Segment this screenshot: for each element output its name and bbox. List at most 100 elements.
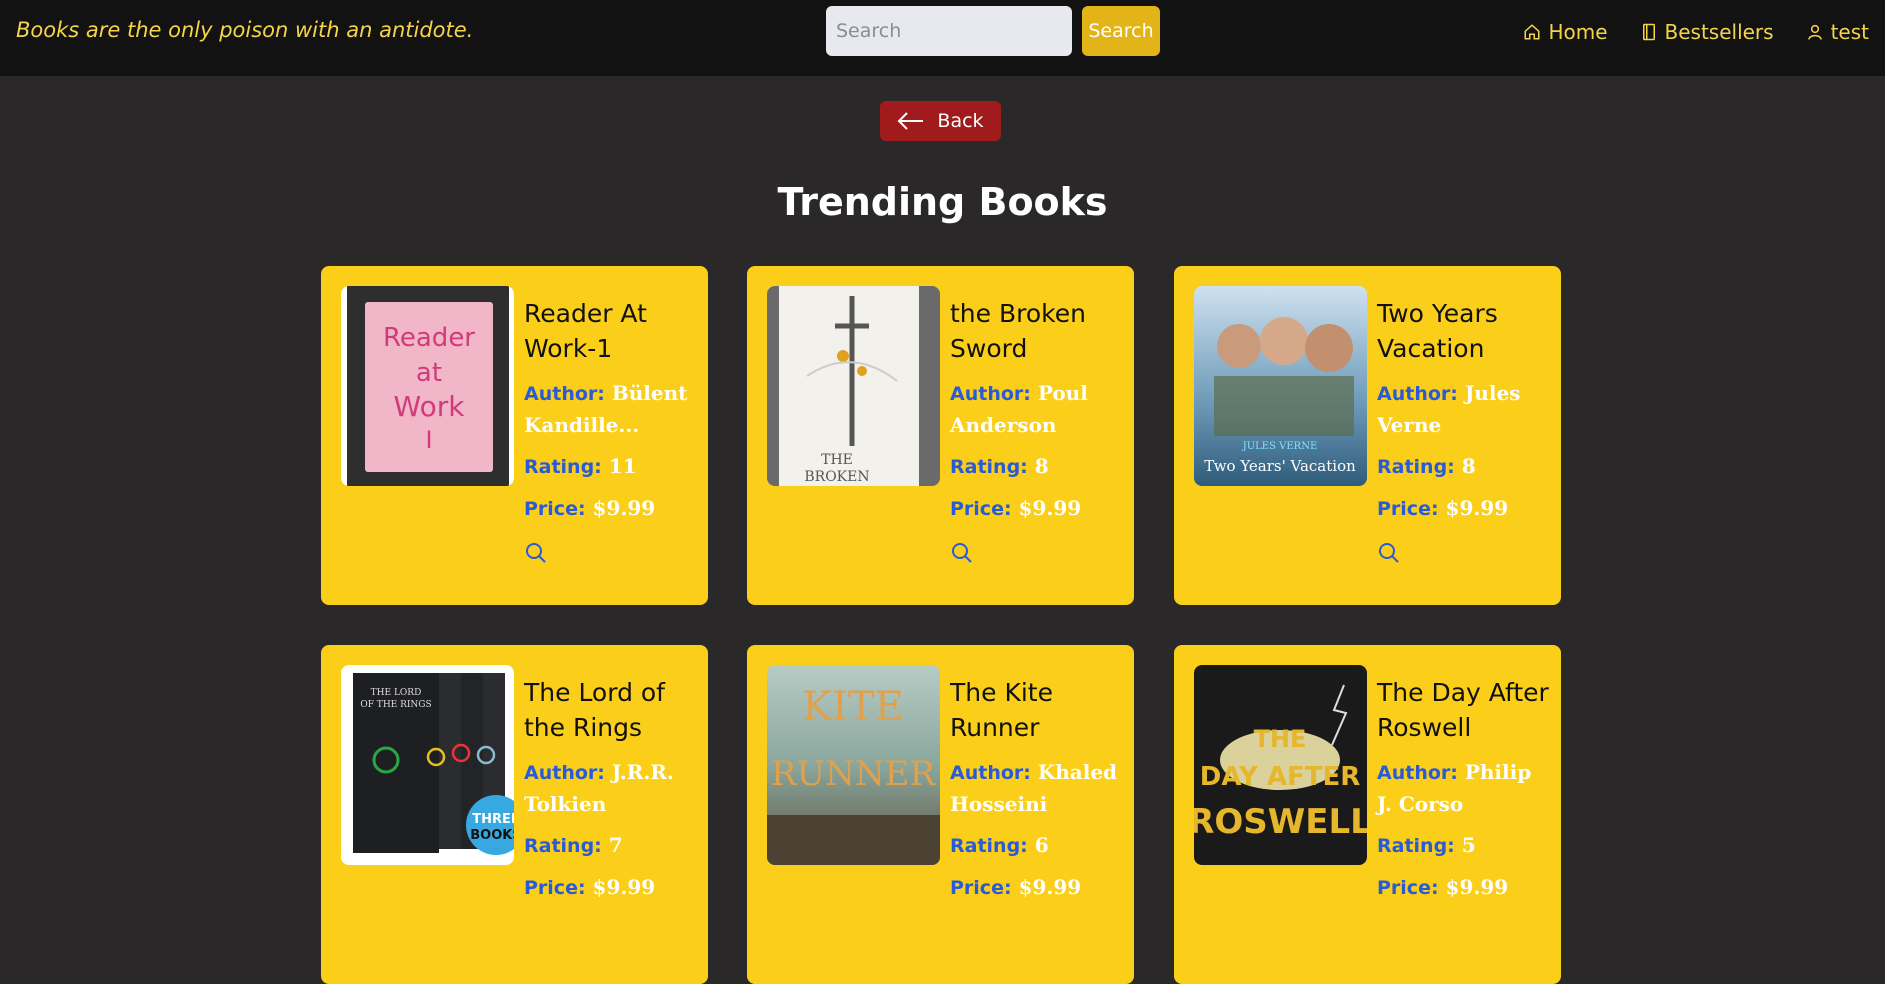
cover-title-text: Reader — [383, 323, 475, 353]
book-cover[interactable]: THE BROKEN — [767, 286, 940, 486]
page-title: Trending Books — [777, 180, 1108, 224]
book-price: Price: $9.99 — [950, 872, 1126, 904]
svg-text:Two Years' Vacation: Two Years' Vacation — [1204, 457, 1356, 475]
book-icon — [1642, 23, 1655, 41]
book-card: Reader at Work I Reader At Work-1 Author… — [321, 266, 708, 605]
svg-text:THE: THE — [1254, 725, 1307, 753]
book-cover[interactable]: JULES VERNE Two Years' Vacation — [1194, 286, 1367, 486]
rating-label: Rating: — [950, 835, 1028, 857]
rating-value: 7 — [608, 833, 623, 857]
svg-text:THREE: THREE — [472, 812, 514, 827]
price-label: Price: — [950, 877, 1012, 899]
book-title[interactable]: The Day After Roswell — [1377, 675, 1553, 745]
price-label: Price: — [1377, 498, 1439, 520]
book-cover[interactable]: KITE RUNNER — [767, 665, 940, 865]
rating-value: 5 — [1461, 833, 1476, 857]
nav-user-link[interactable]: test — [1806, 20, 1869, 44]
svg-text:I: I — [425, 426, 432, 454]
svg-text:BROKEN: BROKEN — [804, 469, 869, 485]
book-rating: Rating: 5 — [1377, 830, 1553, 862]
search-icon[interactable] — [950, 541, 974, 565]
book-cover[interactable]: Reader at Work I — [341, 286, 514, 486]
nav-home-link[interactable]: Home — [1523, 20, 1608, 44]
author-label: Author: — [524, 762, 605, 784]
svg-text:THE LORD: THE LORD — [371, 688, 422, 698]
back-label: Back — [937, 110, 984, 132]
search-button[interactable]: Search — [1082, 6, 1160, 56]
book-price: Price: $9.99 — [524, 493, 700, 525]
book-card: THE BROKEN the Broken Sword Author: Poul… — [747, 266, 1134, 605]
book-author: Author: Bülent Kandille... — [524, 378, 700, 441]
rating-value: 8 — [1461, 454, 1476, 478]
author-label: Author: — [950, 762, 1031, 784]
search-bar: Search — [826, 6, 1160, 56]
rating-label: Rating: — [1377, 456, 1455, 478]
svg-text:RUNNER: RUNNER — [771, 754, 937, 794]
book-author: Author: Jules Verne — [1377, 378, 1553, 441]
price-label: Price: — [524, 877, 586, 899]
author-label: Author: — [1377, 383, 1458, 405]
price-value: $9.99 — [592, 496, 656, 520]
top-navbar: Books are the only poison with an antido… — [0, 0, 1885, 76]
rating-value: 6 — [1034, 833, 1049, 857]
book-price: Price: $9.99 — [950, 493, 1126, 525]
book-rating: Rating: 8 — [1377, 451, 1553, 483]
book-author: Author: Philip J. Corso — [1377, 757, 1553, 820]
book-title[interactable]: The Lord of the Rings — [524, 675, 700, 745]
book-card: THE DAY AFTER ROSWELL The Day After Rosw… — [1174, 645, 1561, 984]
search-icon[interactable] — [524, 541, 548, 565]
price-label: Price: — [524, 498, 586, 520]
rating-label: Rating: — [524, 835, 602, 857]
svg-text:ROSWELL: ROSWELL — [1194, 802, 1367, 842]
price-value: $9.99 — [1018, 496, 1082, 520]
book-card: KITE RUNNER The Kite Runner Author: Khal… — [747, 645, 1134, 984]
rating-value: 8 — [1034, 454, 1049, 478]
nav-bestsellers-link[interactable]: Bestsellers — [1640, 20, 1774, 44]
back-button[interactable]: Back — [880, 101, 1001, 141]
book-price: Price: $9.99 — [524, 872, 700, 904]
user-icon — [1807, 24, 1822, 40]
site-tagline: Books are the only poison with an antido… — [16, 18, 474, 42]
home-icon — [1524, 24, 1540, 40]
arrow-left-icon — [898, 112, 924, 130]
book-cover[interactable]: THE DAY AFTER ROSWELL — [1194, 665, 1367, 865]
svg-text:at: at — [416, 358, 442, 388]
nav-home-label: Home — [1548, 20, 1608, 44]
book-card: THE LORD OF THE RINGS THREE BOOKS The Lo… — [321, 645, 708, 984]
book-author: Author: Poul Anderson — [950, 378, 1126, 441]
book-title[interactable]: Two Years Vacation — [1377, 296, 1553, 366]
price-value: $9.99 — [1445, 496, 1509, 520]
rating-label: Rating: — [524, 456, 602, 478]
book-rating: Rating: 6 — [950, 830, 1126, 862]
svg-text:BOOKS: BOOKS — [470, 828, 514, 843]
book-price: Price: $9.99 — [1377, 493, 1553, 525]
price-value: $9.99 — [1445, 875, 1509, 899]
price-value: $9.99 — [1018, 875, 1082, 899]
book-rating: Rating: 8 — [950, 451, 1126, 483]
book-title[interactable]: The Kite Runner — [950, 675, 1126, 745]
nav-user-label: test — [1830, 20, 1869, 44]
nav-links: Home Bestsellers test — [1523, 20, 1869, 44]
book-author: Author: Khaled Hosseini — [950, 757, 1126, 820]
svg-text:JULES VERNE: JULES VERNE — [1242, 441, 1318, 452]
svg-text:OF THE RINGS: OF THE RINGS — [360, 700, 431, 710]
price-value: $9.99 — [592, 875, 656, 899]
book-rating: Rating: 11 — [524, 451, 700, 483]
book-cover[interactable]: THE LORD OF THE RINGS THREE BOOKS — [341, 665, 514, 865]
rating-value: 11 — [608, 454, 637, 478]
author-label: Author: — [950, 383, 1031, 405]
book-rating: Rating: 7 — [524, 830, 700, 862]
svg-text:DAY AFTER: DAY AFTER — [1200, 762, 1361, 792]
book-card: JULES VERNE Two Years' Vacation Two Year… — [1174, 266, 1561, 605]
author-label: Author: — [524, 383, 605, 405]
search-input[interactable] — [826, 6, 1072, 56]
svg-text:THE: THE — [821, 452, 853, 468]
svg-text:KITE: KITE — [802, 684, 904, 730]
nav-bestsellers-label: Bestsellers — [1664, 20, 1774, 44]
rating-label: Rating: — [950, 456, 1028, 478]
book-title[interactable]: the Broken Sword — [950, 296, 1126, 366]
svg-text:Work: Work — [394, 390, 466, 423]
rating-label: Rating: — [1377, 835, 1455, 857]
book-title[interactable]: Reader At Work-1 — [524, 296, 700, 366]
search-icon[interactable] — [1377, 541, 1401, 565]
